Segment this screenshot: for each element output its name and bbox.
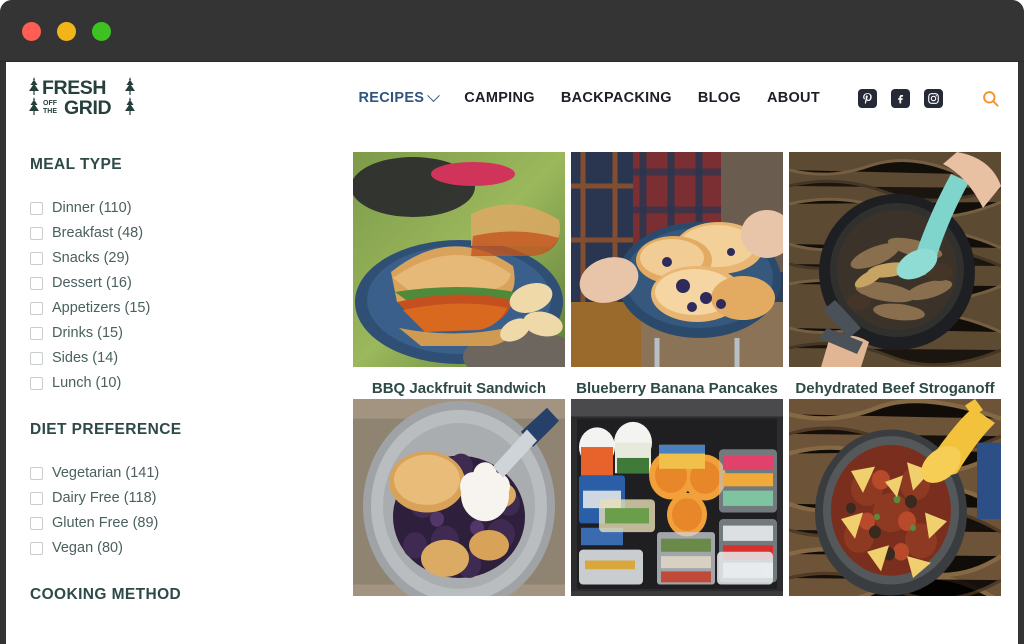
nav-label-recipes: RECIPES [358, 90, 425, 106]
checkbox-drinks[interactable] [30, 326, 43, 340]
recipe-card[interactable] [571, 399, 783, 597]
checkbox-vegan[interactable] [30, 541, 43, 555]
instagram-icon[interactable] [924, 88, 943, 108]
filter-option-snacks[interactable]: Snacks (29) [30, 250, 341, 266]
browser-window: FRESH OFF THE GRID RECIPES CAMPING BACKP… [0, 0, 1024, 644]
site-header: FRESH OFF THE GRID RECIPES CAMPING BACKP… [6, 62, 1018, 134]
recipe-image-camp-food-storage-box[interactable] [571, 399, 783, 597]
recipe-title[interactable]: BBQ Jackfruit Sandwich [353, 367, 565, 399]
recipe-grid-area: BBQ Jackfruit Sandwich Blueberry Banana … [341, 134, 1018, 644]
nav-item-about[interactable]: ABOUT [767, 90, 820, 106]
close-button[interactable] [22, 21, 41, 41]
recipe-card[interactable]: Dehydrated Beef Stroganoff [789, 152, 1001, 399]
nav-label-backpacking: BACKPACKING [560, 90, 672, 106]
maximize-button[interactable] [92, 21, 111, 41]
filter-label-snacks: Snacks (29) [52, 250, 130, 266]
chevron-down-icon [427, 88, 441, 102]
checkbox-dinner[interactable] [30, 201, 43, 215]
filter-option-sides[interactable]: Sides (14) [30, 350, 341, 366]
svg-text:THE: THE [43, 108, 57, 115]
nav-item-blog[interactable]: BLOG [698, 90, 741, 106]
page-content: MEAL TYPE Dinner (110) Breakfast (48) Sn… [6, 134, 1018, 644]
filter-heading-cooking-method: COOKING METHOD [30, 586, 182, 603]
facebook-icon[interactable] [891, 88, 910, 108]
filter-label-vegan: Vegan (80) [52, 540, 123, 556]
nav-item-backpacking[interactable]: BACKPACKING [561, 90, 672, 106]
recipe-card[interactable] [353, 399, 565, 597]
svg-text:FRESH: FRESH [42, 77, 106, 99]
filter-label-drinks: Drinks (15) [52, 325, 123, 341]
recipe-title[interactable]: Blueberry Banana Pancakes [571, 367, 783, 399]
site-logo[interactable]: FRESH OFF THE GRID [26, 74, 138, 122]
checkbox-sides[interactable] [30, 351, 43, 365]
pinterest-icon[interactable] [858, 88, 877, 108]
checkbox-vegetarian[interactable] [30, 466, 43, 480]
filter-option-appetizers[interactable]: Appetizers (15) [30, 300, 341, 316]
filter-label-gluten-free: Gluten Free (89) [52, 515, 159, 531]
window-titlebar [0, 0, 1024, 62]
filter-heading-meal-type: MEAL TYPE [30, 156, 123, 173]
window-controls [22, 21, 111, 41]
svg-text:OFF: OFF [43, 100, 58, 107]
filter-option-gluten-free[interactable]: Gluten Free (89) [30, 515, 341, 531]
filter-option-dinner[interactable]: Dinner (110) [30, 200, 341, 216]
page-viewport: FRESH OFF THE GRID RECIPES CAMPING BACKP… [6, 62, 1018, 644]
svg-text:GRID: GRID [64, 97, 111, 119]
filter-label-sides: Sides (14) [52, 350, 119, 366]
recipe-image-bbq-jackfruit-sandwich[interactable] [353, 152, 565, 367]
recipe-image-blueberry-cobbler[interactable] [353, 399, 565, 597]
filter-label-appetizers: Appetizers (15) [52, 300, 151, 316]
filter-option-vegan[interactable]: Vegan (80) [30, 540, 341, 556]
filter-heading-diet-preference: DIET PREFERENCE [30, 421, 182, 438]
recipe-image-blueberry-banana-pancakes[interactable] [571, 152, 783, 367]
recipe-title[interactable]: Dehydrated Beef Stroganoff [789, 367, 1001, 399]
filter-sidebar: MEAL TYPE Dinner (110) Breakfast (48) Sn… [6, 134, 341, 644]
nav-item-camping[interactable]: CAMPING [464, 90, 535, 106]
filter-option-dessert[interactable]: Dessert (16) [30, 275, 341, 291]
filter-label-dessert: Dessert (16) [52, 275, 132, 291]
nav-item-recipes[interactable]: RECIPES [358, 88, 441, 106]
recipe-card[interactable]: Blueberry Banana Pancakes [571, 152, 783, 399]
filter-group-diet-preference: DIET PREFERENCE Vegetarian (141) Dairy F… [30, 421, 341, 556]
search-icon[interactable] [981, 89, 1000, 108]
recipe-image-chili-with-corn-chips[interactable] [789, 399, 1001, 597]
filter-option-lunch[interactable]: Lunch (10) [30, 375, 341, 391]
nav-label-blog: BLOG [697, 90, 741, 106]
filter-option-breakfast[interactable]: Breakfast (48) [30, 225, 341, 241]
main-navigation: RECIPES CAMPING BACKPACKING BLOG ABOUT [358, 88, 1000, 108]
checkbox-breakfast[interactable] [30, 226, 43, 240]
filter-option-dairy-free[interactable]: Dairy Free (118) [30, 490, 341, 506]
nav-label-about: ABOUT [766, 90, 820, 106]
checkbox-lunch[interactable] [30, 376, 43, 390]
filter-label-lunch: Lunch (10) [52, 375, 122, 391]
nav-label-camping: CAMPING [464, 90, 535, 106]
recipe-card[interactable] [789, 399, 1001, 597]
filter-label-dinner: Dinner (110) [52, 200, 132, 216]
recipe-image-dehydrated-beef-stroganoff[interactable] [789, 152, 1001, 367]
checkbox-appetizers[interactable] [30, 301, 43, 315]
filter-label-vegetarian: Vegetarian (141) [52, 465, 160, 481]
filter-label-dairy-free: Dairy Free (118) [52, 490, 157, 506]
minimize-button[interactable] [57, 21, 76, 41]
checkbox-dessert[interactable] [30, 276, 43, 290]
filter-option-vegetarian[interactable]: Vegetarian (141) [30, 465, 341, 481]
checkbox-gluten-free[interactable] [30, 516, 43, 530]
checkbox-dairy-free[interactable] [30, 491, 43, 505]
recipe-grid: BBQ Jackfruit Sandwich Blueberry Banana … [353, 152, 1012, 597]
checkbox-snacks[interactable] [30, 251, 43, 265]
social-links [858, 88, 943, 108]
filter-label-breakfast: Breakfast (48) [52, 225, 144, 241]
recipe-card[interactable]: BBQ Jackfruit Sandwich [353, 152, 565, 399]
filter-group-cooking-method: COOKING METHOD [30, 586, 341, 604]
filter-group-meal-type: MEAL TYPE Dinner (110) Breakfast (48) Sn… [30, 156, 341, 391]
filter-option-drinks[interactable]: Drinks (15) [30, 325, 341, 341]
